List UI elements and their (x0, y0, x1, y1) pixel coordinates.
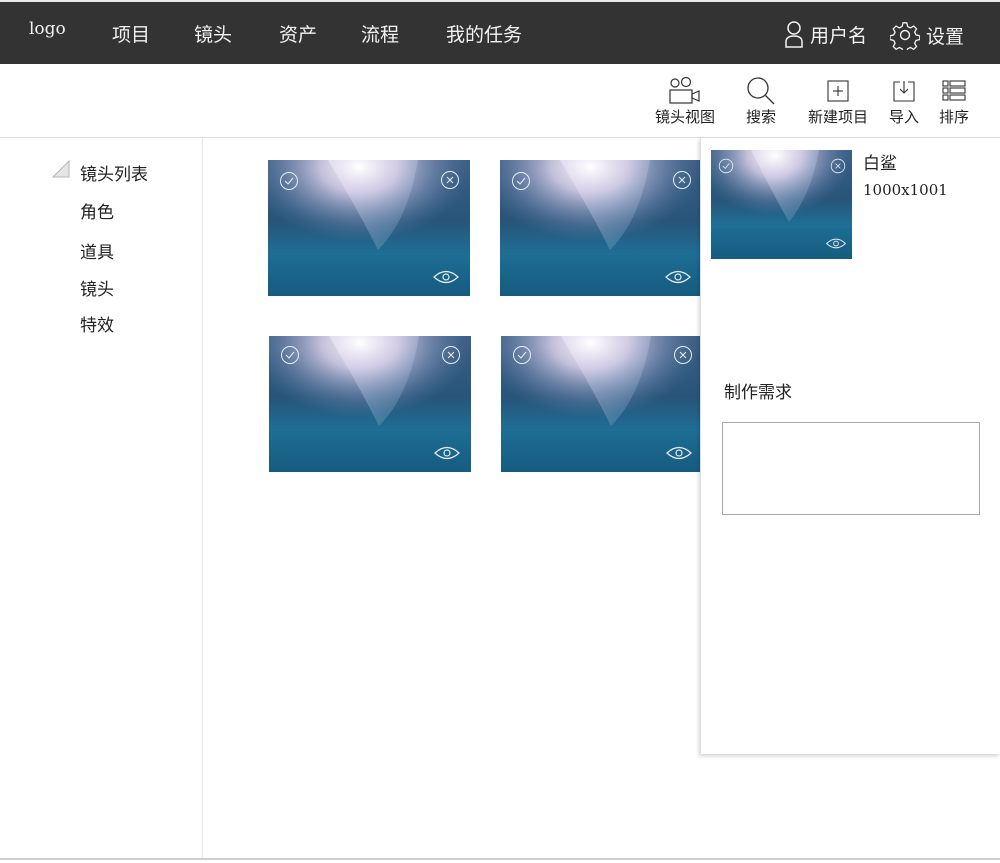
import-icon (893, 81, 915, 102)
nav-projects[interactable]: 项目 (112, 20, 150, 47)
top-nav-bar: logo 项目 镜头 资产 流程 我的任务 用户名 设置 (0, 0, 1000, 64)
settings-label: 设置 (926, 25, 965, 48)
sidebar-item-shots[interactable]: 镜头 (80, 275, 114, 300)
import-label: 导入 (889, 108, 920, 126)
asset-dimensions: 1000x1001 (863, 181, 948, 199)
import-button[interactable]: 导入 (889, 76, 919, 127)
toolbar: 镜头视图 搜索 新建项目 导入 排序 (0, 64, 1000, 138)
eye-icon[interactable] (665, 445, 693, 461)
user-menu[interactable]: 用户名 (784, 20, 867, 48)
nav-pipeline[interactable]: 流程 (361, 20, 399, 47)
sort-button[interactable]: 排序 (939, 76, 969, 127)
sidebar-item-props[interactable]: 道具 (80, 238, 114, 263)
search-icon (747, 77, 775, 105)
requirement-label: 制作需求 (724, 383, 792, 403)
camera-view-icon (669, 77, 700, 104)
thumbnail-card[interactable] (500, 160, 700, 296)
username-label: 用户名 (810, 24, 868, 47)
thumbnail-card[interactable] (268, 160, 470, 296)
check-circle-icon[interactable] (718, 158, 734, 174)
user-icon (785, 21, 803, 48)
new-project-label: 新建项目 (808, 108, 869, 126)
sidebar-item-characters[interactable]: 角色 (80, 198, 114, 223)
list-sort-icon (942, 80, 966, 101)
nav-my-tasks[interactable]: 我的任务 (446, 20, 522, 47)
thumbnail-card[interactable] (269, 336, 471, 472)
logo[interactable]: logo (29, 19, 66, 39)
eye-icon[interactable] (825, 237, 847, 250)
nav-assets[interactable]: 资产 (279, 20, 317, 47)
bottom-divider (0, 858, 1000, 860)
close-circle-icon[interactable] (440, 170, 460, 190)
shot-view-button[interactable]: 镜头视图 (655, 76, 715, 127)
new-project-button[interactable]: 新建项目 (808, 76, 868, 127)
search-label: 搜索 (746, 108, 777, 126)
check-circle-icon[interactable] (512, 345, 532, 365)
shot-view-label: 镜头视图 (655, 108, 716, 126)
asset-name: 白鲨 (863, 154, 897, 174)
gear-icon (890, 22, 920, 50)
search-button[interactable]: 搜索 (746, 76, 776, 127)
check-circle-icon[interactable] (511, 171, 531, 191)
triangle-expand-icon[interactable] (52, 160, 70, 178)
close-circle-icon[interactable] (672, 170, 692, 190)
sidebar: 镜头列表 角色 道具 镜头 特效 (0, 138, 203, 860)
close-circle-icon[interactable] (830, 158, 846, 174)
detail-panel: 白鲨 1000x1001 制作需求 (700, 138, 1000, 754)
close-circle-icon[interactable] (441, 345, 461, 365)
detail-thumbnail[interactable] (711, 150, 852, 259)
nav-shots[interactable]: 镜头 (194, 20, 232, 47)
eye-icon[interactable] (432, 269, 460, 285)
eye-icon[interactable] (433, 445, 461, 461)
check-circle-icon[interactable] (280, 345, 300, 365)
thumbnail-card[interactable] (501, 336, 700, 472)
check-circle-icon[interactable] (279, 171, 299, 191)
requirement-input[interactable] (722, 422, 980, 515)
settings-button[interactable]: 设置 (890, 20, 964, 50)
add-square-icon (827, 80, 849, 102)
close-circle-icon[interactable] (673, 345, 693, 365)
sidebar-item-effects[interactable]: 特效 (80, 311, 114, 336)
eye-icon[interactable] (664, 269, 692, 285)
sort-label: 排序 (939, 108, 970, 126)
sidebar-item-shot-list[interactable]: 镜头列表 (80, 160, 148, 185)
